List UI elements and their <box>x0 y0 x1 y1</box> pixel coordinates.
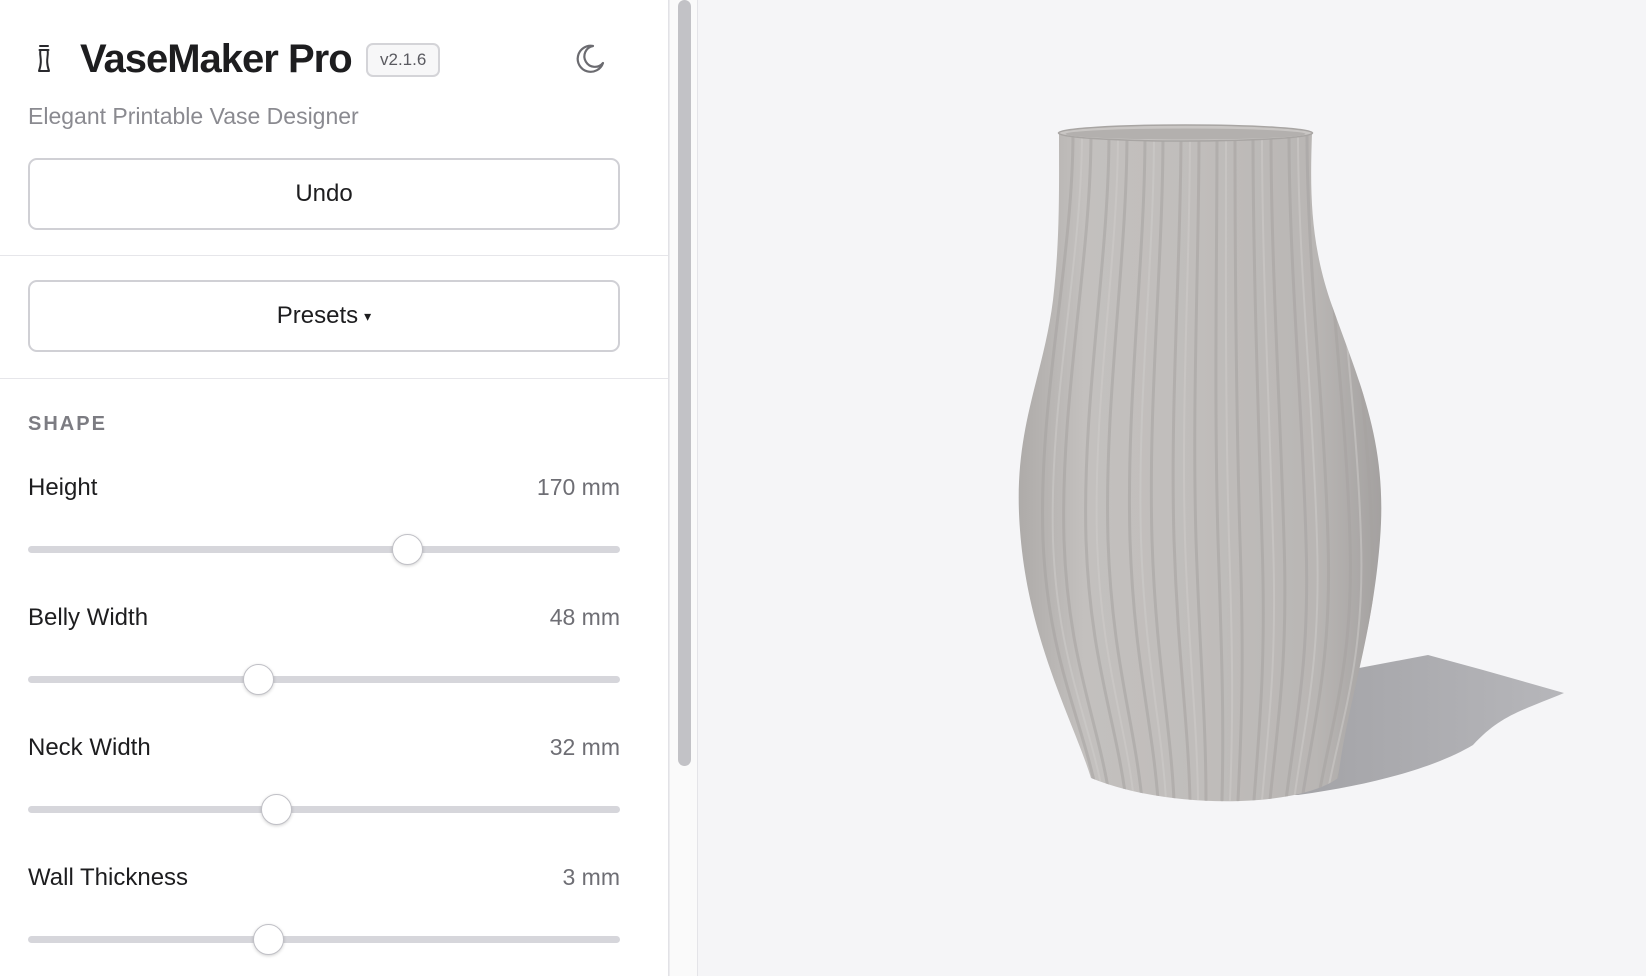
app-header: VaseMaker Pro v2.1.6 <box>28 37 640 84</box>
slider-track[interactable] <box>28 806 620 813</box>
param-value: 32 mm <box>549 734 620 760</box>
undo-button[interactable]: Undo <box>28 158 620 230</box>
divider <box>0 378 668 379</box>
param-wall-thickness: Wall Thickness 3 mm <box>28 864 620 964</box>
param-value: 3 mm <box>562 864 621 890</box>
sidebar: VaseMaker Pro v2.1.6 Elegant Printable V… <box>0 0 669 976</box>
slider-thumb[interactable] <box>261 794 293 825</box>
app-title: VaseMaker Pro <box>80 37 353 81</box>
neck-width-slider[interactable] <box>28 794 620 825</box>
param-label: Height <box>28 474 98 501</box>
wall-thickness-slider[interactable] <box>28 924 620 955</box>
presets-label: Presets <box>276 302 359 329</box>
vase-body <box>1018 133 1382 802</box>
sidebar-scrollbar[interactable] <box>669 0 698 976</box>
param-belly-width: Belly Width 48 mm <box>28 604 620 704</box>
chevron-down-icon: ▾ <box>364 308 372 324</box>
scrollbar-thumb[interactable] <box>678 0 691 766</box>
vase-icon <box>38 45 50 72</box>
version-badge: v2.1.6 <box>366 43 441 77</box>
param-height: Height 170 mm <box>28 474 620 574</box>
slider-track[interactable] <box>28 936 620 943</box>
height-slider[interactable] <box>28 534 620 565</box>
presets-button[interactable]: Presets ▾ <box>28 280 620 352</box>
belly-width-slider[interactable] <box>28 664 620 695</box>
section-title-shape: SHAPE <box>28 413 107 435</box>
param-label: Belly Width <box>28 604 149 631</box>
slider-thumb[interactable] <box>252 924 284 955</box>
slider-track[interactable] <box>28 676 620 683</box>
param-label: Wall Thickness <box>28 864 189 891</box>
vase-opening <box>1065 128 1306 140</box>
slider-thumb[interactable] <box>392 534 424 565</box>
param-neck-width: Neck Width 32 mm <box>28 734 620 834</box>
param-value: 48 mm <box>549 604 620 630</box>
slider-track[interactable] <box>28 546 620 553</box>
3d-viewport[interactable] <box>698 0 1646 976</box>
app-subtitle: Elegant Printable Vase Designer <box>28 103 359 129</box>
vase-render[interactable] <box>698 0 1646 976</box>
divider <box>0 255 668 256</box>
slider-thumb[interactable] <box>243 664 275 695</box>
param-label: Neck Width <box>28 734 151 761</box>
param-value: 170 mm <box>536 474 620 500</box>
moon-icon[interactable] <box>572 42 606 76</box>
